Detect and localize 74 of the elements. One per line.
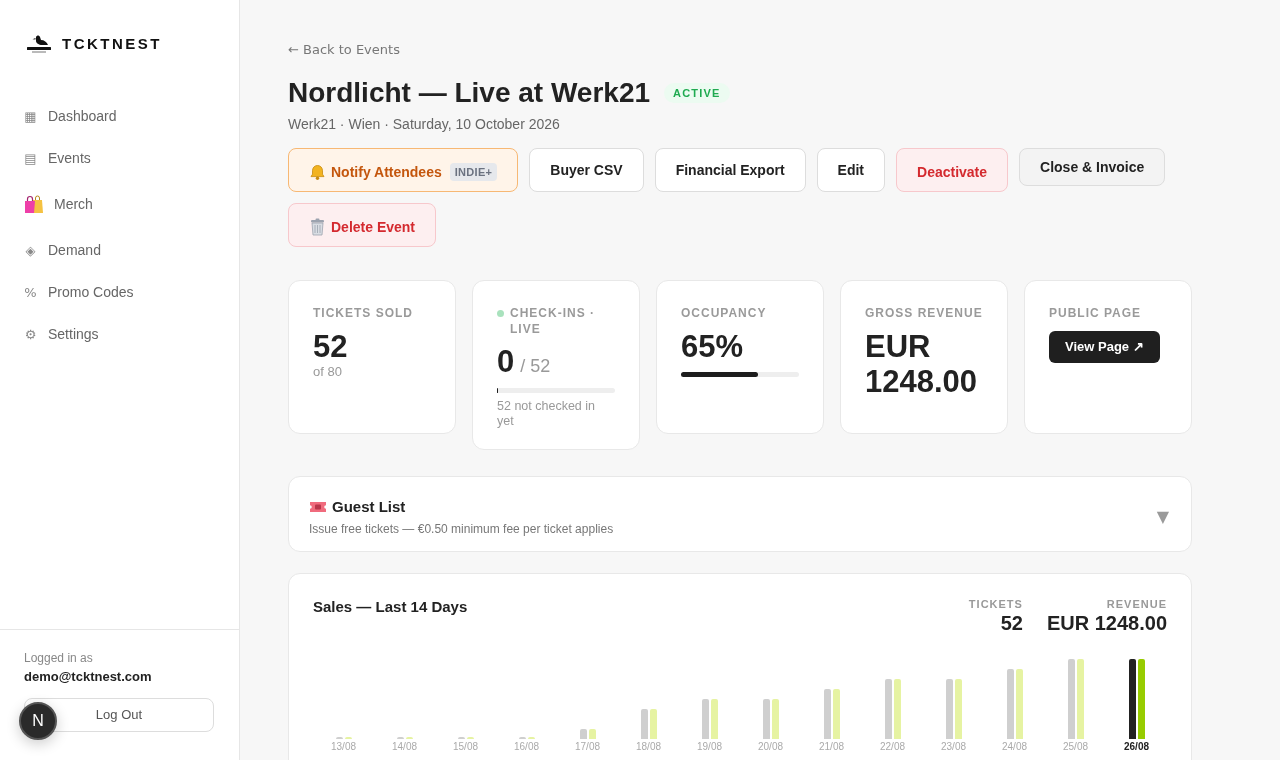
bell-icon <box>309 163 326 181</box>
date-label: 26/08 <box>1124 741 1149 752</box>
ticket-icon <box>309 500 327 514</box>
status-badge: ACTIVE <box>664 83 730 103</box>
stat-total: / 52 <box>520 355 551 378</box>
chart-title: Sales — Last 14 Days <box>313 597 468 617</box>
date-label: 13/08 <box>331 741 356 752</box>
brand-name: TCKTNEST <box>62 34 162 54</box>
date-label: 20/08 <box>758 741 783 752</box>
date-label: 25/08 <box>1063 741 1088 752</box>
revenue-bar <box>893 679 901 739</box>
total-label: TICKETS <box>968 597 1023 611</box>
date-label: 23/08 <box>941 741 966 752</box>
grid-icon: ▦ <box>24 109 37 123</box>
sidebar-item[interactable]: ⚙ Settings <box>24 313 219 355</box>
date-label: 22/08 <box>880 741 905 752</box>
date-label: 24/08 <box>1002 741 1027 752</box>
revenue-bar <box>832 689 840 739</box>
revenue-bar <box>1015 669 1023 739</box>
revenue-bar <box>649 709 657 739</box>
date-label: 21/08 <box>819 741 844 752</box>
stat-label: CHECK-INS · LIVE <box>510 305 596 337</box>
date-label: 16/08 <box>514 741 539 752</box>
total-value: 52 <box>999 611 1023 635</box>
date-label: 14/08 <box>392 741 417 752</box>
date-label: 18/08 <box>636 741 661 752</box>
login-caption: Logged in as <box>24 650 94 666</box>
sidebar-item[interactable]: ▦ Dashboard <box>24 95 219 137</box>
panel-title: Guest List <box>332 497 406 517</box>
sidebar-item[interactable]: % Promo Codes <box>24 271 219 313</box>
stat-value: 0 <box>497 344 515 379</box>
guest-list-panel[interactable]: Guest List Issue free tickets — €0.50 minimum fee per ticket applies ▼ <box>288 476 1192 552</box>
event-title: Nordlicht — Live at Werk21 <box>288 76 651 110</box>
action-button[interactable]: Financial Export <box>654 148 806 192</box>
stat-label: PUBLIC PAGE <box>1049 305 1143 321</box>
view-page-button[interactable]: View Page ↗ <box>1049 331 1160 363</box>
gear-icon: ⚙ <box>24 327 37 341</box>
date-label: 17/08 <box>575 741 600 752</box>
stat-label: GROSS REVENUE <box>865 305 984 321</box>
percent-icon: % <box>24 285 37 299</box>
date-label: 15/08 <box>453 741 478 752</box>
sidebar-item[interactable]: ▤ Events <box>24 137 219 179</box>
sidebar-item[interactable]: Merch <box>24 179 219 229</box>
shopping-bags-icon <box>24 194 44 214</box>
back-link[interactable]: ← Back to Events <box>288 40 400 60</box>
plan-tag: INDIE+ <box>449 162 498 182</box>
stat-value: EUR 1248.00 <box>865 329 979 399</box>
sidebar-item[interactable]: ◈ Demand <box>24 229 219 271</box>
stat-note: of 80 <box>313 364 343 380</box>
action-button[interactable]: Edit <box>816 148 885 192</box>
action-button[interactable]: Buyer CSV <box>529 148 644 192</box>
panel-description: Issue free tickets — €0.50 minimum fee per ticket applies <box>309 521 614 537</box>
bird-logo-icon <box>26 35 52 53</box>
list-icon: ▤ <box>24 151 37 165</box>
stat-label: TICKETS SOLD <box>313 305 414 321</box>
diamond-icon: ◈ <box>24 243 37 257</box>
revenue-bar <box>771 699 779 739</box>
user-email: demo@tcktnest.com <box>24 668 153 686</box>
delete-button[interactable]: Delete Event <box>288 203 437 247</box>
event-details: Werk21 · Wien · Saturday, 10 October 2026 <box>288 115 561 134</box>
total-value: EUR 1248.00 <box>1046 611 1167 635</box>
trash-can-icon <box>309 218 326 236</box>
notify-button[interactable]: Notify Attendees INDIE+ <box>288 148 519 192</box>
revenue-bar <box>710 699 718 739</box>
deactivate-button[interactable]: Deactivate <box>896 148 1009 192</box>
stat-label: OCCUPANCY <box>681 305 768 321</box>
revenue-bar <box>954 679 962 739</box>
stat-note: 52 not checked in yet <box>497 399 596 429</box>
stat-value: 52 <box>313 329 349 364</box>
total-label: REVENUE <box>1105 597 1167 611</box>
revenue-bar <box>588 729 596 739</box>
date-label: 19/08 <box>697 741 722 752</box>
stat-value: 65% <box>681 329 745 364</box>
action-button[interactable]: Close & Invoice <box>1019 148 1166 186</box>
